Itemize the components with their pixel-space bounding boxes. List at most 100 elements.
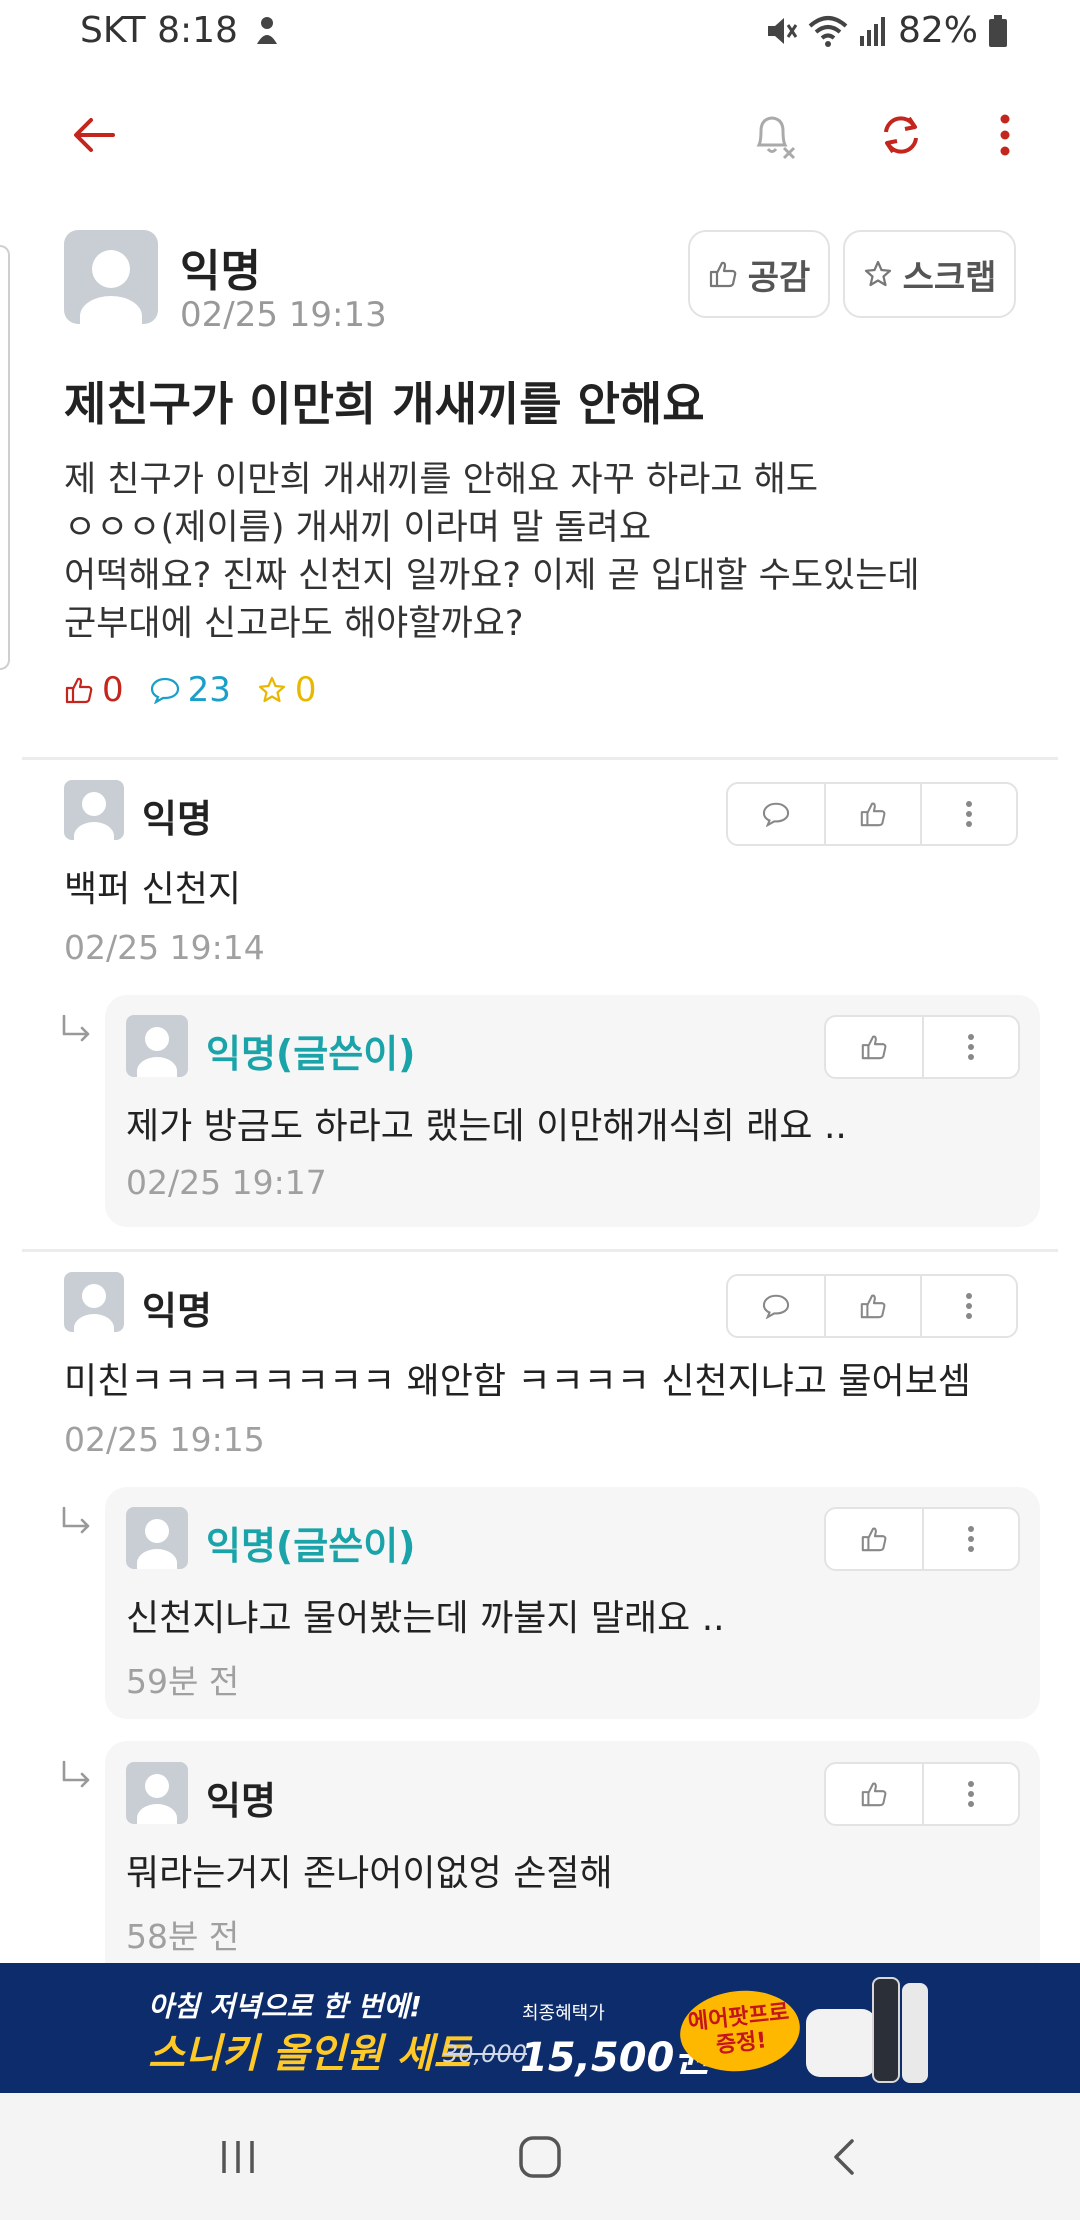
- thumbs-up-icon: [861, 1782, 887, 1807]
- comment-like-button[interactable]: [824, 1276, 920, 1336]
- reply-text: 뭐라는거지 존나어이없엉 손절해: [126, 1853, 613, 1894]
- thumbs-up-icon: [65, 677, 93, 704]
- battery-percent: 82%: [897, 10, 978, 51]
- edge-panel-handle[interactable]: [0, 245, 10, 670]
- comment: 익명 미친ㅋㅋㅋㅋㅋㅋㅋㅋ 왜안함 ㅋㅋㅋㅋ 신천지냐고 물어보셈 02/25 …: [0, 1272, 1080, 1462]
- like-label: 공감: [747, 257, 811, 298]
- star-icon: [258, 676, 286, 703]
- post-body-line: ㅇㅇㅇ(제이름) 개새끼 이라며 말 돌려요: [64, 508, 652, 548]
- recent-apps-icon: [222, 2140, 254, 2173]
- post-stats: 0 23 0: [64, 670, 317, 710]
- star-icon: [864, 260, 891, 287]
- reply-author-op: 익명(글쓴이): [206, 1032, 416, 1076]
- reply-date: 02/25 19:17: [126, 1163, 327, 1202]
- more-vertical-icon: [968, 1526, 974, 1552]
- refresh-button[interactable]: [856, 90, 946, 180]
- recent-apps-button[interactable]: [178, 2093, 298, 2220]
- reply-button[interactable]: [728, 784, 824, 844]
- home-icon: [519, 2135, 561, 2178]
- reply-more-button[interactable]: [922, 1017, 1018, 1077]
- reply-date: 58분 전: [126, 1917, 240, 1956]
- arrow-left-icon: [74, 118, 115, 152]
- reply-actions: [824, 1015, 1020, 1079]
- more-vertical-icon: [966, 1293, 972, 1319]
- ad-old-price: 30,000: [443, 2040, 527, 2068]
- comment-count: 23: [150, 670, 231, 710]
- scrap-label: 스크랩: [902, 257, 997, 298]
- avatar: [126, 1507, 188, 1569]
- home-button[interactable]: [480, 2093, 600, 2220]
- wifi-icon: [808, 15, 848, 47]
- thumbs-up-icon: [860, 1294, 886, 1319]
- reply-button[interactable]: [728, 1276, 824, 1336]
- reply-author-op: 익명(글쓴이): [206, 1524, 416, 1568]
- like-button[interactable]: 공감: [688, 230, 830, 318]
- signal-icon: [859, 16, 885, 46]
- bell-off-icon: [756, 116, 796, 160]
- earbuds-image: [806, 2009, 876, 2077]
- comment-count-value: 23: [187, 670, 231, 710]
- system-back-button[interactable]: [784, 2093, 904, 2220]
- comment-author: 익명: [142, 1289, 212, 1333]
- comment-date: 02/25 19:14: [64, 928, 265, 967]
- ad-tagline: 아침 저녁으로 한 번에!: [148, 1990, 422, 2023]
- ad-product-name: 스니키 올인원 세트: [148, 2031, 471, 2077]
- reply-actions: [824, 1762, 1020, 1826]
- reply-date: 59분 전: [126, 1662, 240, 1701]
- comment: 익명 백퍼 신천지 02/25 19:14: [0, 780, 1080, 970]
- comment-date: 02/25 19:15: [64, 1420, 265, 1459]
- reply-like-button[interactable]: [826, 1764, 922, 1824]
- post-body-line: 제 친구가 이만희 개새끼를 안해요 자꾸 하라고 해도: [64, 460, 819, 500]
- comment-more-button[interactable]: [920, 784, 1016, 844]
- thumbs-up-icon: [861, 1035, 887, 1060]
- post-body: 제 친구가 이만희 개새끼를 안해요 자꾸 하라고 해도 ㅇㅇㅇ(제이름) 개새…: [64, 456, 1024, 648]
- ad-badge-line: 증정!: [714, 2028, 768, 2059]
- comment-like-button[interactable]: [824, 784, 920, 844]
- thumbs-up-icon: [861, 1527, 887, 1552]
- comment-author: 익명: [142, 797, 212, 841]
- post-author: 익명: [180, 246, 261, 297]
- comment-more-button[interactable]: [920, 1276, 1016, 1336]
- reply: 익명(글쓴이) 제가 방금도 하라고 랬는데 이만해개식희 래요 .. 02/2…: [0, 1015, 1080, 1215]
- avatar: [64, 1272, 124, 1332]
- reply-more-button[interactable]: [922, 1509, 1018, 1569]
- ad-banner[interactable]: 아침 저녁으로 한 번에! 스니키 올인원 세트 최종혜택가 30,000 15…: [0, 1963, 1080, 2093]
- top-toolbar: [0, 90, 1080, 180]
- notification-app-icon: [256, 16, 277, 44]
- post-body-line: 군부대에 신고라도 해야할까요?: [64, 604, 524, 644]
- system-nav-bar: [0, 2093, 1080, 2220]
- reply-more-button[interactable]: [922, 1764, 1018, 1824]
- more-vertical-icon: [968, 1034, 974, 1060]
- reply-like-button[interactable]: [826, 1509, 922, 1569]
- battery-icon: [989, 14, 1007, 47]
- reply: 익명 뭐라는거지 존나어이없엉 손절해 58분 전: [0, 1762, 1080, 1962]
- more-vertical-icon: [1000, 114, 1010, 156]
- comment-actions: [726, 1274, 1018, 1338]
- thumbs-up-icon: [709, 261, 737, 288]
- reply-like-button[interactable]: [826, 1017, 922, 1077]
- status-right: 82%: [764, 10, 1008, 51]
- scrap-button[interactable]: 스크랩: [843, 230, 1016, 318]
- reply-text: 제가 방금도 하라고 랬는데 이만해개식희 래요 ..: [126, 1106, 847, 1147]
- back-button[interactable]: [48, 90, 138, 180]
- avatar: [64, 780, 124, 840]
- mute-icon: [767, 17, 798, 44]
- scrap-count-value: 0: [294, 670, 317, 710]
- reply: 익명(글쓴이) 신천지냐고 물어봤는데 까불지 말래요 .. 59분 전: [0, 1507, 1080, 1707]
- comment-text: 백퍼 신천지: [64, 869, 242, 910]
- scrap-count: 0: [257, 670, 317, 710]
- post-date: 02/25 19:13: [180, 295, 387, 335]
- reply-author: 익명: [206, 1779, 276, 1823]
- reply-text: 신천지냐고 물어봤는데 까불지 말래요 ..: [126, 1598, 725, 1639]
- more-menu-button[interactable]: [960, 90, 1050, 180]
- comment-icon: [150, 677, 179, 704]
- more-vertical-icon: [966, 801, 972, 827]
- product-tube-image: [902, 1983, 928, 2083]
- reply-actions: [824, 1507, 1020, 1571]
- post-body-line: 어떡해요? 진짜 신천지 일까요? 이제 곧 입대할 수도있는데: [64, 556, 920, 596]
- more-vertical-icon: [968, 1781, 974, 1807]
- status-bar: SKT 8:18 82%: [0, 0, 1080, 70]
- notification-off-button[interactable]: [728, 90, 818, 180]
- avatar: [64, 230, 158, 324]
- divider: [22, 757, 1058, 760]
